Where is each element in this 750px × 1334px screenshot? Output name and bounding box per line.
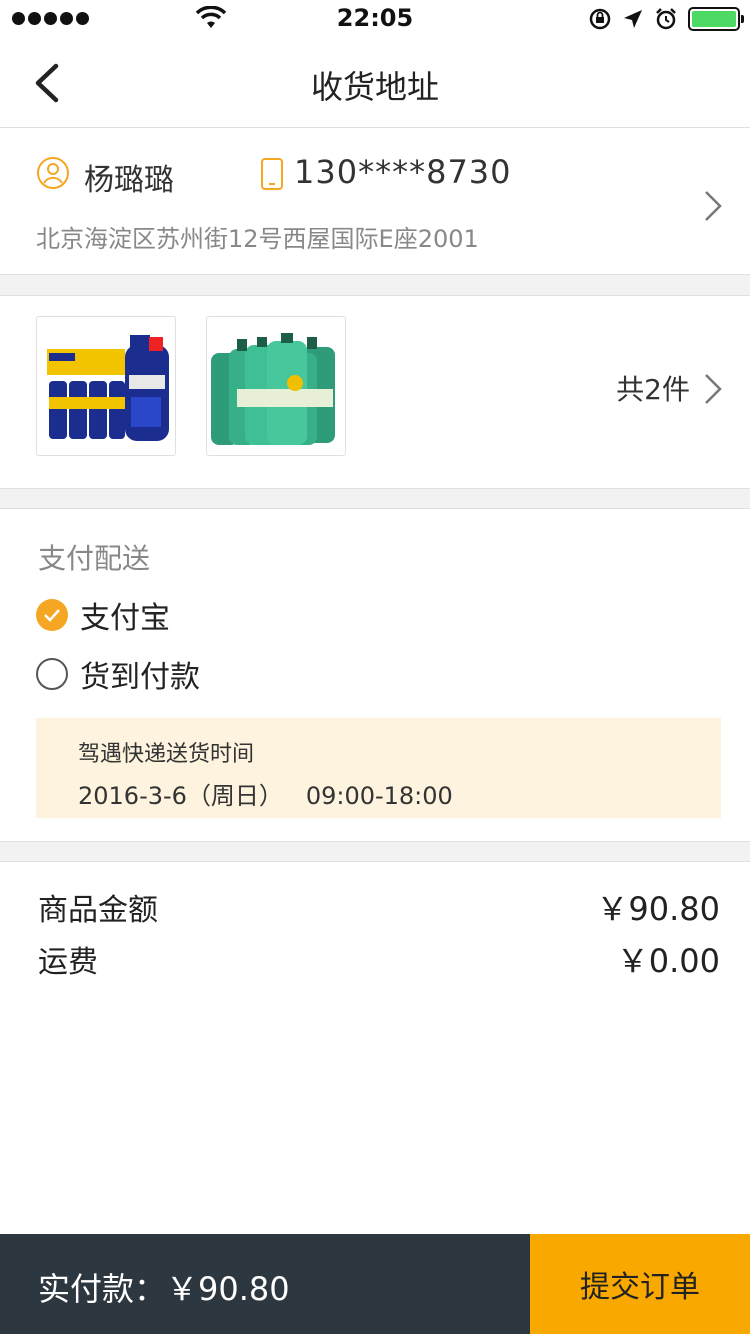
washer-fluid-product-image: [206, 316, 346, 456]
person-icon: [37, 157, 69, 189]
chevron-right-icon: [705, 191, 722, 221]
section-divider: [0, 488, 750, 509]
alarm-icon: [656, 8, 676, 30]
nav-bar: 收货地址: [0, 40, 750, 128]
recipient-phone: 130****8730: [294, 153, 512, 191]
section-divider: [0, 841, 750, 862]
summary-row-goods: 商品金额 ￥90.80: [38, 884, 720, 930]
rotation-lock-icon: [589, 8, 611, 30]
summary-row-shipping: 运费 ￥0.00: [38, 936, 720, 982]
recipient-name: 杨璐璐: [84, 163, 174, 198]
shipping-fee-label: 运费: [38, 945, 98, 980]
delivery-time: 2016-3-6（周日） 09:00-18:00: [78, 782, 453, 810]
goods-amount-label: 商品金额: [38, 893, 158, 928]
goods-amount-value: ￥90.80: [596, 890, 720, 928]
product-list[interactable]: 共2件: [0, 296, 750, 488]
payment-option-label: 货到付款: [80, 660, 200, 695]
payment-section-title: 支付配送: [38, 542, 151, 575]
radio-checked-icon: [36, 599, 68, 631]
payment-delivery-section: 支付配送 支付宝 货到付款 驾遇快递送货时间 2016-3-6（周日） 09:0…: [0, 509, 750, 841]
delivery-title: 驾遇快递送货时间: [78, 742, 255, 767]
payment-option-label: 支付宝: [80, 601, 170, 636]
payment-option-cod[interactable]: 货到付款: [36, 654, 200, 695]
chevron-right-icon: [705, 374, 722, 404]
order-confirm-page: 22:05 收货地址 杨璐璐 130****8730 北京海淀区苏州街12号西屋…: [0, 0, 750, 1334]
shipping-address-card[interactable]: 杨璐璐 130****8730 北京海淀区苏州街12号西屋国际E座2001: [0, 129, 750, 274]
shipping-fee-value: ￥0.00: [616, 942, 720, 980]
battery-icon: [688, 7, 744, 31]
brake-fluid-product-image: [36, 316, 176, 456]
location-icon: [624, 10, 642, 28]
total-bar: 实付款：￥90.80: [0, 1234, 530, 1334]
status-bar: 22:05: [0, 0, 750, 40]
delivery-time-box: 驾遇快递送货时间 2016-3-6（周日） 09:00-18:00: [36, 718, 721, 818]
product-count: 共2件: [616, 373, 690, 406]
address-text: 北京海淀区苏州街12号西屋国际E座2001: [36, 225, 479, 253]
page-title: 收货地址: [310, 68, 439, 106]
price-summary: 商品金额 ￥90.80 运费 ￥0.00: [0, 862, 750, 992]
total-payable: 实付款：￥90.80: [38, 1270, 290, 1308]
checkout-bar: 实付款：￥90.80 提交订单: [0, 1234, 750, 1334]
submit-order-button[interactable]: 提交订单: [530, 1234, 750, 1334]
phone-icon: [261, 158, 283, 190]
radio-unchecked-icon: [36, 658, 68, 690]
status-icons: [588, 7, 744, 31]
section-divider: [0, 274, 750, 296]
payment-option-alipay[interactable]: 支付宝: [36, 595, 170, 636]
